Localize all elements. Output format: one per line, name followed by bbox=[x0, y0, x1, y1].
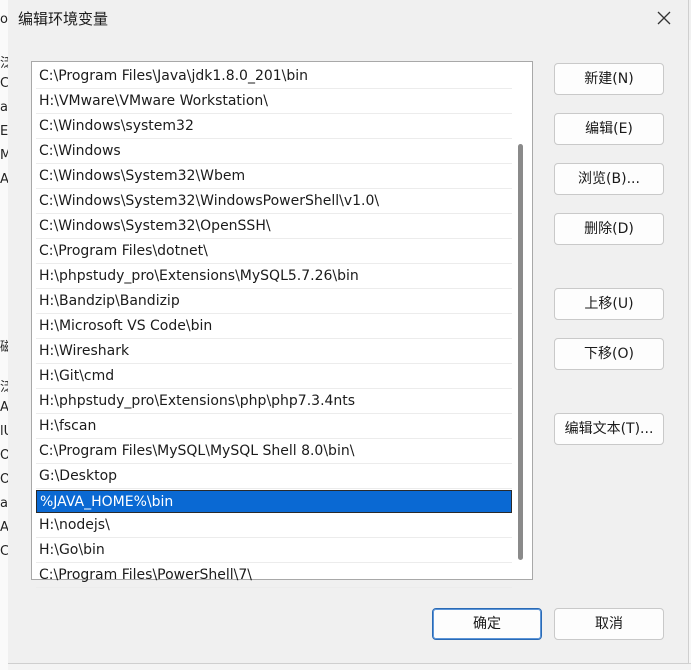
list-item[interactable]: C:\Program Files\MySQL\MySQL Shell 8.0\b… bbox=[36, 440, 512, 464]
list-item[interactable]: C:\Program Files\Java\jdk1.8.0_201\bin bbox=[36, 65, 512, 89]
list-item[interactable]: C:\Windows\System32\Wbem bbox=[36, 165, 512, 189]
dialog-title: 编辑环境变量 bbox=[18, 10, 109, 28]
list-item[interactable]: C:\Program Files\dotnet\ bbox=[36, 240, 512, 264]
vertical-scrollbar[interactable] bbox=[516, 65, 526, 576]
list-item[interactable]: H:\phpstudy_pro\Extensions\MySQL5.7.26\b… bbox=[36, 265, 512, 289]
list-item[interactable]: C:\Windows bbox=[36, 140, 512, 164]
list-item[interactable]: C:\Windows\System32\WindowsPowerShell\v1… bbox=[36, 190, 512, 214]
list-item[interactable]: H:\Go\bin bbox=[36, 539, 512, 563]
edit-env-variable-dialog: 编辑环境变量 C:\Program Files\Java\jdk1.8.0_20… bbox=[8, 0, 689, 664]
title-bar: 编辑环境变量 bbox=[8, 0, 688, 36]
path-list[interactable]: C:\Program Files\Java\jdk1.8.0_201\bin H:… bbox=[31, 61, 533, 588]
list-item[interactable]: H:\fscan bbox=[36, 415, 512, 439]
list-item[interactable]: %JAVA_HOME%\bin bbox=[36, 490, 512, 513]
scroll-thumb[interactable] bbox=[518, 144, 523, 560]
list-item[interactable]: G:\Desktop bbox=[36, 465, 512, 489]
list-item[interactable]: H:\Microsoft VS Code\bin bbox=[36, 315, 512, 339]
list-item[interactable]: C:\Windows\system32 bbox=[36, 115, 512, 139]
cancel-button[interactable]: 取消 bbox=[554, 608, 664, 640]
background-window-edge: o 泛 C a E M A 磁 泛 A lU OL OS a A C bbox=[0, 0, 8, 670]
close-button[interactable] bbox=[654, 8, 674, 28]
new-button[interactable]: 新建(N) bbox=[554, 63, 664, 95]
background-window-edge-bottom bbox=[8, 663, 691, 670]
close-icon bbox=[657, 11, 671, 25]
list-item[interactable]: H:\nodejs\ bbox=[36, 514, 512, 538]
list-item[interactable]: C:\Program Files\PowerShell\7\ bbox=[36, 564, 512, 588]
path-list-items: C:\Program Files\Java\jdk1.8.0_201\bin H:… bbox=[36, 65, 512, 589]
edit-button[interactable]: 编辑(E) bbox=[554, 113, 664, 145]
edit-text-button[interactable]: 编辑文本(T)... bbox=[554, 413, 664, 445]
browse-button[interactable]: 浏览(B)... bbox=[554, 163, 664, 195]
list-item[interactable]: H:\Wireshark bbox=[36, 340, 512, 364]
delete-button[interactable]: 删除(D) bbox=[554, 213, 664, 245]
list-item[interactable]: H:\Bandzip\Bandizip bbox=[36, 290, 512, 314]
move-down-button[interactable]: 下移(O) bbox=[554, 338, 664, 370]
list-item[interactable]: C:\Windows\System32\OpenSSH\ bbox=[36, 215, 512, 239]
ok-button[interactable]: 确定 bbox=[432, 608, 542, 640]
list-item[interactable]: H:\VMware\VMware Workstation\ bbox=[36, 90, 512, 114]
list-item[interactable]: H:\phpstudy_pro\Extensions\php\php7.3.4n… bbox=[36, 390, 512, 414]
list-item[interactable]: H:\Git\cmd bbox=[36, 365, 512, 389]
move-up-button[interactable]: 上移(U) bbox=[554, 288, 664, 320]
